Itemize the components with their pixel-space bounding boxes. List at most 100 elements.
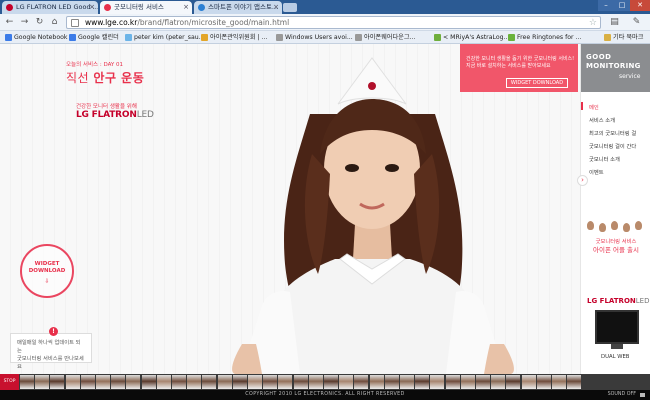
tab-lg-flatron[interactable]: LG FLATRON LED Good ... ×: [2, 1, 98, 14]
home-icon[interactable]: ⌂: [48, 16, 61, 29]
thumbnail-item[interactable]: [324, 375, 338, 389]
url-text: www.lge.co.kr/brand/flatron/microsite_go…: [85, 18, 290, 27]
address-bar[interactable]: www.lge.co.kr/brand/flatron/microsite_go…: [66, 16, 601, 29]
minimize-button[interactable]: –: [598, 0, 614, 11]
close-tab-icon[interactable]: ×: [273, 1, 279, 14]
thumbnail-item[interactable]: [278, 375, 293, 389]
close-tab-icon[interactable]: ×: [183, 1, 189, 14]
thumbnail-item[interactable]: [552, 375, 566, 389]
thumbnail-item[interactable]: [187, 375, 202, 389]
thumbnail-item[interactable]: [111, 375, 126, 389]
reload-icon[interactable]: ↻: [33, 16, 46, 29]
menu-item-main[interactable]: 메인: [589, 103, 599, 111]
menu-item-best-girl[interactable]: 최고의 굿모니터링 걸: [589, 129, 636, 137]
bookmark-item[interactable]: < MRiyA's AstraLog...: [433, 31, 509, 44]
tab-good-monitoring[interactable]: 굿모니터링 서비스 ×: [100, 1, 192, 14]
update-notice: 매일매일 하나씩 업데이트 되는 굿모니터링 서비스를 만나보세요: [10, 333, 92, 370]
thumbnail-item[interactable]: [248, 375, 262, 389]
monitor-stand: [611, 344, 623, 349]
widget-download-circle[interactable]: WIDGET DOWNLOAD ⇩: [20, 244, 74, 298]
healthy-tagline: 건강한 모니터 생활을 위해: [76, 104, 137, 110]
tab-title: 굿모니터링 서비스: [114, 3, 164, 11]
new-tab-button[interactable]: [283, 3, 297, 12]
speaker-icon[interactable]: [640, 393, 645, 397]
close-window-button[interactable]: ✕: [630, 0, 650, 11]
menu-item-event[interactable]: 이벤트: [589, 168, 604, 176]
thumbnail-item[interactable]: [308, 375, 323, 389]
download-icon: ⇩: [44, 278, 50, 285]
thumbnail-item[interactable]: [476, 375, 490, 389]
thumbnail-item[interactable]: [263, 375, 278, 389]
bookmark-item[interactable]: 아이폰웨어다운그...: [354, 31, 415, 44]
model-image: [232, 57, 514, 374]
day-label: 오늘의 서비스 : DAY 01: [66, 62, 124, 68]
thumbnail-item[interactable]: [96, 375, 110, 389]
thumbnail-item[interactable]: [567, 375, 582, 389]
thumbnail-item[interactable]: [521, 375, 536, 389]
thumbnail-item[interactable]: [445, 375, 460, 389]
thumbnail-item[interactable]: [232, 375, 247, 389]
sidebar-toggle-arrow-icon[interactable]: ›: [577, 175, 588, 186]
thumbnail-item[interactable]: [217, 375, 232, 389]
menu-item-girl-goes[interactable]: 굿모니터링 걸이 간다: [589, 142, 636, 150]
thumbnail-item[interactable]: [369, 375, 384, 389]
maximize-button[interactable]: □: [614, 0, 630, 11]
thumbnail-item[interactable]: [506, 375, 521, 389]
thumbnail-item[interactable]: [126, 375, 141, 389]
bookmark-item[interactable]: 아이폰관익위원회 | ...: [200, 31, 267, 44]
thumbnail-item[interactable]: [536, 375, 551, 389]
footer: COPYRIGHT 2010 LG ELECTRONICS. ALL RIGHT…: [0, 390, 650, 400]
wrench-icon[interactable]: ✎: [630, 16, 643, 29]
forward-icon[interactable]: →: [18, 16, 31, 29]
widget-download-button[interactable]: WIDGET DOWNLOAD: [506, 78, 568, 88]
page-icon: [276, 34, 283, 41]
thumbnail-item[interactable]: [354, 375, 369, 389]
page-title: 직선 안구 운동: [66, 71, 145, 85]
bookmark-item[interactable]: Google 캘린더: [68, 31, 119, 44]
thumbnail-item[interactable]: [50, 375, 65, 389]
iphone-app-promo[interactable]: 굿모니터링 서비스 아이폰 어플 출시: [581, 219, 650, 289]
thumbnail-item[interactable]: [35, 375, 50, 389]
page-icon: [71, 19, 79, 27]
bookmark-item[interactable]: Google Notebook: [4, 31, 68, 44]
girl-thumbnail: [611, 221, 618, 230]
thumbnail-item[interactable]: [293, 375, 308, 389]
menu-item-intro[interactable]: 서비스 소개: [589, 116, 615, 124]
thumbnail-item[interactable]: [20, 375, 34, 389]
thumbnail-item[interactable]: [460, 375, 475, 389]
thumbnail-item[interactable]: [430, 375, 445, 389]
other-bookmarks[interactable]: 기타 북마크: [603, 31, 643, 44]
good-monitoring-logo[interactable]: GOOD MONITORING service: [581, 44, 650, 92]
lg-flatron-logo[interactable]: LG FLATRONLED: [76, 110, 154, 120]
page-menu-icon[interactable]: ▤: [608, 16, 621, 29]
close-tab-icon[interactable]: ×: [89, 1, 95, 14]
bookmark-star-icon[interactable]: ☆: [589, 17, 597, 29]
lg-favicon-icon: [6, 4, 13, 11]
sound-off-toggle[interactable]: SOUND OFF: [608, 390, 636, 400]
thumbnail-item[interactable]: [384, 375, 399, 389]
thumbnail-item[interactable]: [202, 375, 217, 389]
thumbnail-item[interactable]: [141, 375, 156, 389]
menu-item-monitor[interactable]: 굿모니터 소개: [589, 155, 620, 163]
thumbnail-item[interactable]: [339, 375, 354, 389]
widget-banner: 건강한 모니터 생활을 돕기 위한 굿모니터링 서비스! 지금 바로 설치하는 서…: [460, 44, 578, 92]
tab-bar: LG FLATRON LED Good ... × 굿모니터링 서비스 × 스마…: [0, 0, 650, 14]
thumbnail-item[interactable]: [491, 375, 506, 389]
thumbnail-item[interactable]: [172, 375, 186, 389]
twitter-icon: [125, 34, 132, 41]
dual-web-monitor-image[interactable]: [595, 310, 639, 344]
thumbnail-item[interactable]: [65, 375, 80, 389]
girl-thumbnail: [635, 221, 642, 230]
thumbnail-item[interactable]: [156, 375, 171, 389]
bookmark-item[interactable]: Windows Users avoi...: [275, 31, 353, 44]
thumbnail-item[interactable]: [415, 375, 430, 389]
bookmark-item[interactable]: peter kim (peter_sau...: [124, 31, 205, 44]
tab-smartphone[interactable]: 스마트폰 이야기 앱스토... ×: [194, 1, 282, 14]
thumbnail-item[interactable]: [400, 375, 414, 389]
play-icon: [508, 34, 515, 41]
lg-flatron-side-logo[interactable]: LG FLATRONLED: [587, 297, 649, 305]
back-icon[interactable]: ←: [3, 16, 16, 29]
thumbnail-item[interactable]: [80, 375, 95, 389]
stop-button[interactable]: STOP: [0, 374, 19, 390]
bookmark-item[interactable]: Free Ringtones for ...: [507, 31, 581, 44]
